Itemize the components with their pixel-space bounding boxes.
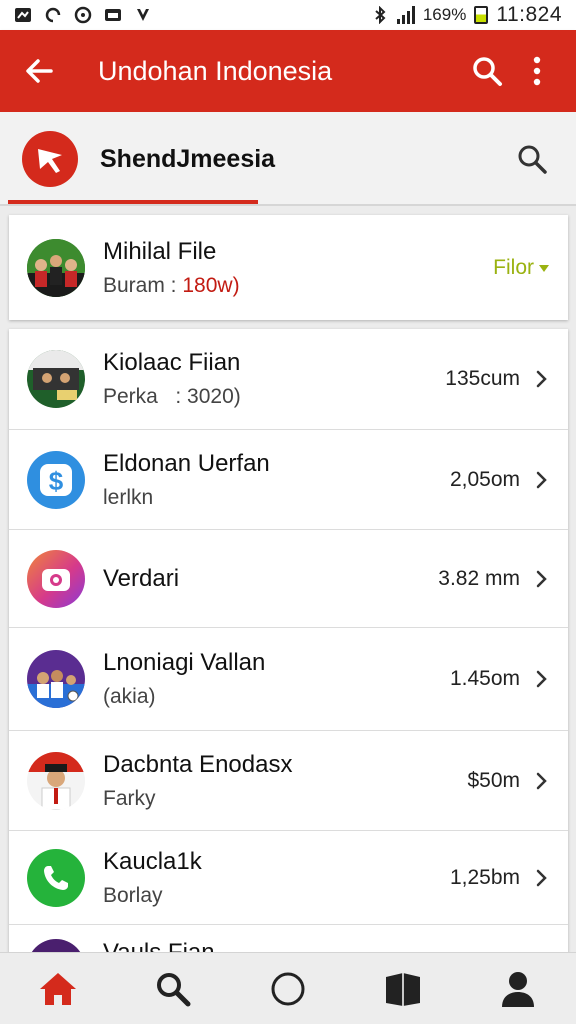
chevron-right-icon bbox=[536, 471, 547, 488]
list-item-name: Kiolaac Fiian bbox=[103, 349, 241, 376]
file-list: Kiolaac Fiian Perka : 3020) 135cum $ Eld… bbox=[9, 329, 568, 969]
circle-icon bbox=[271, 972, 305, 1005]
battery-percent: 169% bbox=[422, 5, 467, 24]
list-item-name: Verdari bbox=[103, 564, 180, 592]
search-icon bbox=[518, 145, 547, 174]
arrow-left-icon bbox=[26, 59, 53, 83]
list-item[interactable]: $ Eldonan Uerfan lerlkn 2,05om bbox=[9, 430, 568, 530]
list-item[interactable]: Verdari 3.82 mm bbox=[9, 530, 568, 628]
svg-text:$: $ bbox=[49, 466, 64, 496]
avatar bbox=[27, 549, 85, 608]
list-item-size: 1.45om bbox=[449, 667, 520, 690]
sync-icon bbox=[45, 7, 62, 24]
avatar bbox=[27, 751, 85, 810]
home-icon bbox=[39, 972, 76, 1005]
list-item-sub: Farky bbox=[103, 786, 156, 810]
filter-button[interactable]: Filor bbox=[493, 256, 550, 280]
list-item-texts: Verdari bbox=[103, 565, 438, 593]
avatar: $ bbox=[27, 450, 85, 509]
clock-icon bbox=[74, 6, 92, 24]
camera-icon bbox=[42, 568, 70, 591]
sub-search-button[interactable] bbox=[510, 137, 554, 181]
avatar bbox=[27, 650, 85, 708]
status-bar: 169% 11:824 bbox=[0, 0, 576, 30]
nav-search[interactable] bbox=[143, 959, 203, 1019]
page-title: Undohan Indonesia bbox=[98, 55, 333, 86]
search-button[interactable] bbox=[462, 46, 512, 96]
list-item[interactable]: Kiolaac Fiian Perka : 3020) 135cum bbox=[9, 329, 568, 430]
list-item-size: 1,25bm bbox=[449, 865, 520, 889]
list-item-size: 2,05om bbox=[449, 467, 520, 491]
nav-profile[interactable] bbox=[488, 959, 548, 1019]
status-system: 169% 11:824 bbox=[371, 3, 562, 27]
list-item-size: $50m bbox=[467, 768, 520, 792]
list-item-texts: Dacbnta Enodasx Farky bbox=[103, 751, 467, 811]
caret-down-icon bbox=[539, 264, 549, 272]
divider bbox=[0, 204, 576, 206]
back-button[interactable] bbox=[14, 46, 64, 96]
person-icon bbox=[502, 971, 535, 1007]
list-item-name: Kaucla1k bbox=[103, 847, 202, 875]
chevron-right-icon bbox=[536, 570, 547, 587]
section-title: ShendJmeesia bbox=[100, 144, 276, 173]
notification-icon bbox=[15, 8, 31, 22]
signal-icon bbox=[396, 6, 415, 24]
list-item-texts: Kaucla1k Borlay bbox=[103, 848, 450, 908]
list-item-size: 3.82 mm bbox=[438, 566, 520, 590]
phone-icon bbox=[44, 865, 68, 890]
list-item-size: 135cum bbox=[445, 367, 520, 390]
featured-file-name: Mihilal File bbox=[103, 237, 217, 265]
app-bar: Undohan Indonesia bbox=[0, 30, 576, 112]
avatar bbox=[27, 350, 85, 408]
chevron-right-icon bbox=[536, 869, 547, 886]
battery-icon bbox=[474, 6, 489, 24]
search-icon bbox=[473, 57, 502, 86]
search-icon bbox=[156, 972, 191, 1006]
chevron-right-icon bbox=[536, 772, 547, 789]
chevron-right-icon bbox=[536, 370, 547, 388]
image-icon bbox=[105, 9, 121, 21]
list-item-texts: Lnoniagi Vallan (akia) bbox=[103, 649, 450, 709]
cursor-logo-icon bbox=[22, 131, 78, 187]
featured-file-texts: Mihilal File Buram : 180w) bbox=[103, 238, 493, 298]
more-options-button[interactable] bbox=[512, 46, 562, 96]
list-item[interactable]: Dacbnta Enodasx Farky $50m bbox=[9, 731, 568, 831]
dollar-icon: $ bbox=[40, 463, 72, 496]
list-item-name: Dacbnta Enodasx bbox=[103, 750, 293, 778]
nav-library[interactable] bbox=[373, 959, 433, 1019]
chevron-right-icon bbox=[536, 670, 547, 688]
featured-file-card[interactable]: Mihilal File Buram : 180w) Filor bbox=[9, 215, 568, 320]
featured-file-sub: Buram : 180w) bbox=[103, 274, 493, 298]
list-item-name: Eldonan Uerfan bbox=[103, 449, 270, 477]
nav-home[interactable] bbox=[28, 959, 88, 1019]
filter-label: Filor bbox=[493, 255, 534, 279]
list-item-sub: lerlkn bbox=[103, 485, 154, 509]
more-vert-icon bbox=[533, 56, 541, 86]
list-item-name: Lnoniagi Vallan bbox=[103, 649, 266, 676]
featured-file-sub-label: Buram : bbox=[103, 273, 183, 297]
bottom-navigation bbox=[0, 952, 576, 1024]
nav-circle[interactable] bbox=[258, 959, 318, 1019]
list-item-sub: Perka : 3020) bbox=[103, 385, 241, 408]
list-item-texts: Eldonan Uerfan lerlkn bbox=[103, 450, 450, 510]
shield-icon bbox=[137, 9, 149, 21]
list-item-texts: Kiolaac Fiian Perka : 3020) bbox=[103, 349, 445, 409]
book-icon bbox=[386, 972, 421, 1006]
sub-header: ShendJmeesia bbox=[0, 112, 576, 206]
bluetooth-icon bbox=[375, 6, 386, 24]
avatar bbox=[27, 848, 85, 907]
avatar bbox=[27, 238, 85, 297]
list-item-sub: Borlay bbox=[103, 883, 163, 907]
list-item-sub: (akia) bbox=[103, 685, 156, 708]
list-item[interactable]: Kaucla1k Borlay 1,25bm bbox=[9, 831, 568, 925]
list-item[interactable]: Lnoniagi Vallan (akia) 1.45om bbox=[9, 628, 568, 731]
featured-file-sub-value: 180w) bbox=[182, 273, 240, 297]
clock-time: 11:824 bbox=[496, 3, 562, 26]
status-notifications bbox=[14, 6, 152, 24]
